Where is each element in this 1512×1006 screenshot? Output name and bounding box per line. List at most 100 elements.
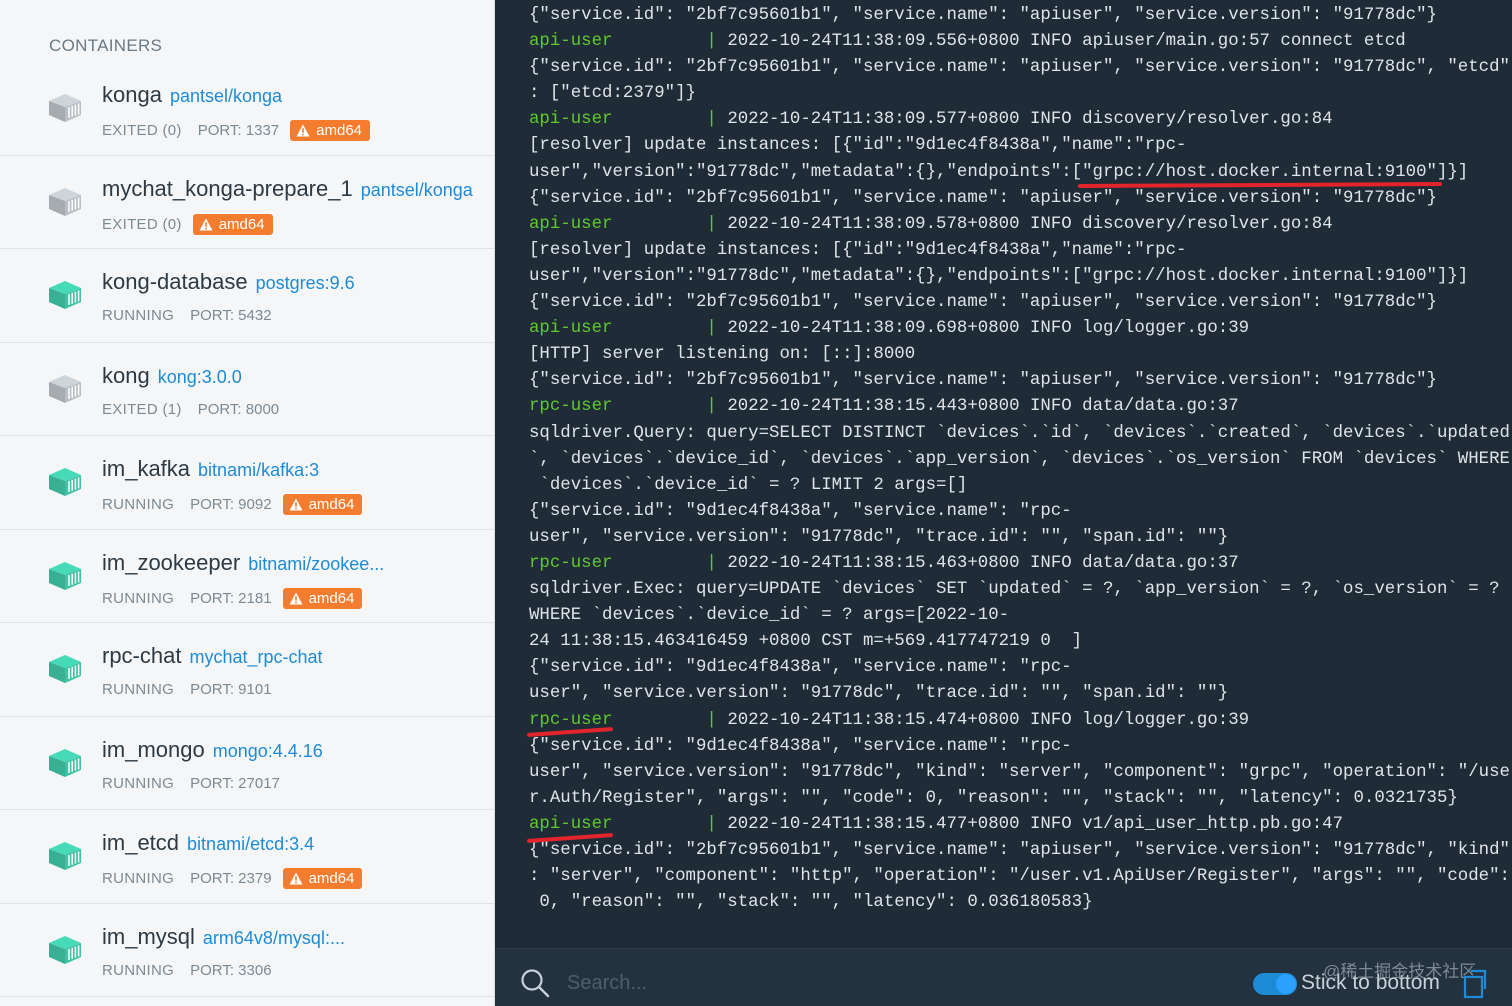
container-item-im_etcd[interactable]: im_etcd bitnami/etcd:3.4 RUNNING PORT: 2379… [0, 810, 494, 904]
container-image-link[interactable]: mychat_rpc-chat [189, 647, 322, 667]
container-name: im_mongo [102, 736, 205, 762]
container-meta-line: RUNNING PORT: 9101 [102, 681, 272, 698]
log-line: user","version":"91778dc","metadata":{},… [529, 264, 1504, 290]
container-image-link[interactable]: bitnami/zookee... [248, 554, 384, 574]
container-meta-line: RUNNING PORT: 5432 [102, 307, 272, 324]
warning-icon [296, 124, 310, 137]
container-name: rpc-chat [102, 643, 182, 668]
log-separator: | [612, 814, 728, 834]
container-item-im_kafka[interactable]: im_kafka bitnami/kafka:3 RUNNING PORT: 9092… [0, 436, 494, 530]
toggle-knob [1276, 974, 1296, 994]
arch-badge-label: amd64 [308, 870, 355, 887]
log-service-name: rpc-user [529, 710, 613, 730]
container-meta-line: RUNNING PORT: 2181 amd64 [102, 587, 363, 609]
log-line: {"service.id": "2bf7c95601b1", "service.… [529, 838, 1510, 864]
container-title-line: im_mongo mongo:4.4.16 [102, 737, 323, 763]
log-line: user", "service.version": "91778dc", "tr… [529, 525, 1504, 551]
containers-sidebar: CONTAINERS konga pantsel/konga EXITED (0) P… [0, 0, 495, 1006]
container-meta-line: RUNNING PORT: 2379 amd64 [102, 868, 363, 889]
log-text: 24 11:38:15.463416459 +0800 CST m=+569.4… [529, 632, 1083, 652]
log-line: 24 11:38:15.463416459 +0800 CST m=+569.4… [529, 629, 1504, 655]
container-title-line: im_zookeeper bitnami/zookee... [102, 550, 384, 576]
log-text: {"service.id": "2bf7c95601b1", "service.… [529, 841, 1510, 860]
scroll-to-bottom-icon[interactable] [1463, 967, 1491, 999]
container-item-konga[interactable]: konga pantsel/konga EXITED (0) PORT: 1337 am… [0, 62, 494, 156]
container-image-link[interactable]: bitnami/kafka:3 [198, 460, 319, 480]
container-item-kong-database[interactable]: kong-database postgres:9.6 RUNNING PORT: 54… [0, 249, 494, 343]
log-text: user", "service.version": "91778dc", "ki… [529, 762, 1510, 782]
container-item-im_mysql[interactable]: im_mysql arm64v8/mysql:... RUNNING PORT: 33… [0, 904, 494, 997]
log-line: {"service.id": "2bf7c95601b1", "service.… [529, 186, 1504, 212]
log-line: `, `devices`.`device_id`, `devices`.`app… [529, 447, 1510, 473]
log-service-name: api-user [529, 32, 613, 52]
log-line: api-user | 2022-10-24T11:38:09.577+0800 … [529, 107, 1504, 133]
container-image-link[interactable]: pantsel/konga [170, 86, 282, 106]
log-text: 2022-10-24T11:38:15.477+0800 INFO v1/api… [727, 814, 1344, 834]
container-item-kong[interactable]: kong kong:3.0.0 EXITED (1) PORT: 8000 [0, 343, 494, 436]
log-line: user", "service.version": "91778dc", "ki… [529, 760, 1510, 786]
log-separator: | [612, 397, 728, 417]
container-title-line: im_mysql arm64v8/mysql:... [102, 924, 345, 950]
container-title-line: mychat_konga-prepare_1 pantsel/konga [102, 176, 473, 202]
container-item-rpc-chat[interactable]: rpc-chat mychat_rpc-chat RUNNING PORT: 9101 [0, 623, 494, 717]
container-port: PORT: 5432 [190, 307, 272, 324]
stick-to-bottom-toggle[interactable] [1253, 973, 1297, 995]
log-service-name: rpc-user [529, 553, 613, 573]
log-text: 0, "reason": "", "stack": "", "latency":… [529, 893, 1093, 913]
log-line: user", "service.version": "91778dc", "tr… [529, 681, 1504, 707]
container-name: kong [102, 362, 150, 388]
container-title-line: kong kong:3.0.0 [102, 363, 242, 389]
container-port: PORT: 9101 [190, 681, 272, 698]
log-text: : ["etcd:2379"]} [529, 84, 696, 104]
container-state: RUNNING [102, 870, 175, 887]
log-line: sqldriver.Exec: query=UPDATE `devices` S… [529, 577, 1504, 603]
log-text: {"service.id": "2bf7c95601b1", "service.… [529, 293, 1437, 313]
container-title-line: konga pantsel/konga [102, 82, 282, 108]
container-item-im_zookeeper[interactable]: im_zookeeper bitnami/zookee... RUNNING PORT… [0, 530, 494, 623]
log-service-name: api-user [529, 110, 613, 130]
container-cube-icon [49, 748, 81, 777]
arch-badge-label: amd64 [316, 122, 363, 139]
log-line: api-user | 2022-10-24T11:38:09.556+0800 … [529, 29, 1504, 55]
log-search-input[interactable] [567, 965, 1167, 1001]
log-text: sqldriver.Query: query=SELECT DISTINCT `… [529, 423, 1510, 443]
log-output-pane[interactable]: {"service.id": "2bf7c95601b1", "service.… [495, 0, 1512, 948]
log-text: user","version":"91778dc","metadata":{},… [529, 162, 1469, 182]
container-state: RUNNING [102, 774, 175, 792]
container-port: PORT: 2379 [190, 870, 272, 887]
container-meta-line: EXITED (0) PORT: 1337 amd64 [102, 120, 371, 141]
log-text: 2022-10-24T11:38:15.474+0800 INFO log/lo… [727, 710, 1250, 730]
log-separator: | [612, 214, 728, 234]
container-image-link[interactable]: arm64v8/mysql:... [203, 928, 345, 948]
log-service-name: api-user [529, 814, 613, 834]
container-name: im_kafka [102, 456, 191, 481]
log-line: rpc-user | 2022-10-24T11:38:15.474+0800 … [529, 708, 1504, 734]
search-icon[interactable] [519, 967, 551, 999]
log-separator: | [612, 32, 728, 52]
container-meta-line: RUNNING PORT: 27017 [102, 775, 280, 792]
log-text: r.Auth/Register", "args": "", "code": 0,… [529, 788, 1458, 808]
container-item-im_mongo[interactable]: im_mongo mongo:4.4.16 RUNNING PORT: 27017 [0, 717, 494, 810]
log-line: WHERE `devices`.`device_id` = ? args=[20… [529, 603, 1504, 629]
container-list: konga pantsel/konga EXITED (0) PORT: 1337 am… [0, 62, 494, 997]
log-text: {"service.id": "2bf7c95601b1", "service.… [529, 58, 1510, 78]
container-image-link[interactable]: pantsel/konga [361, 180, 473, 200]
container-cube-icon [49, 281, 81, 310]
container-image-link[interactable]: kong:3.0.0 [158, 367, 242, 387]
arch-badge: amd64 [290, 120, 371, 141]
log-text: 2022-10-24T11:38:09.698+0800 INFO log/lo… [727, 319, 1250, 339]
log-line: {"service.id": "9d1ec4f8438a", "service.… [529, 655, 1504, 681]
container-image-link[interactable]: bitnami/etcd:3.4 [187, 834, 314, 854]
log-separator: | [612, 553, 728, 573]
container-item-mychat_konga-prepare_1[interactable]: mychat_konga-prepare_1 pantsel/konga EXITE… [0, 156, 494, 249]
container-port: PORT: 9092 [190, 496, 272, 513]
log-text: 2022-10-24T11:38:15.463+0800 INFO data/d… [727, 553, 1239, 573]
log-line: api-user | 2022-10-24T11:38:15.477+0800 … [529, 812, 1504, 838]
container-image-link[interactable]: postgres:9.6 [256, 273, 355, 293]
warning-icon [289, 872, 303, 885]
log-line: {"service.id": "2bf7c95601b1", "service.… [529, 368, 1504, 394]
container-image-link[interactable]: mongo:4.4.16 [213, 741, 323, 761]
log-text: : "server", "component": "http", "operat… [529, 867, 1510, 887]
log-service-name: rpc-user [529, 397, 613, 417]
log-text: 2022-10-24T11:38:15.443+0800 INFO data/d… [727, 397, 1239, 417]
